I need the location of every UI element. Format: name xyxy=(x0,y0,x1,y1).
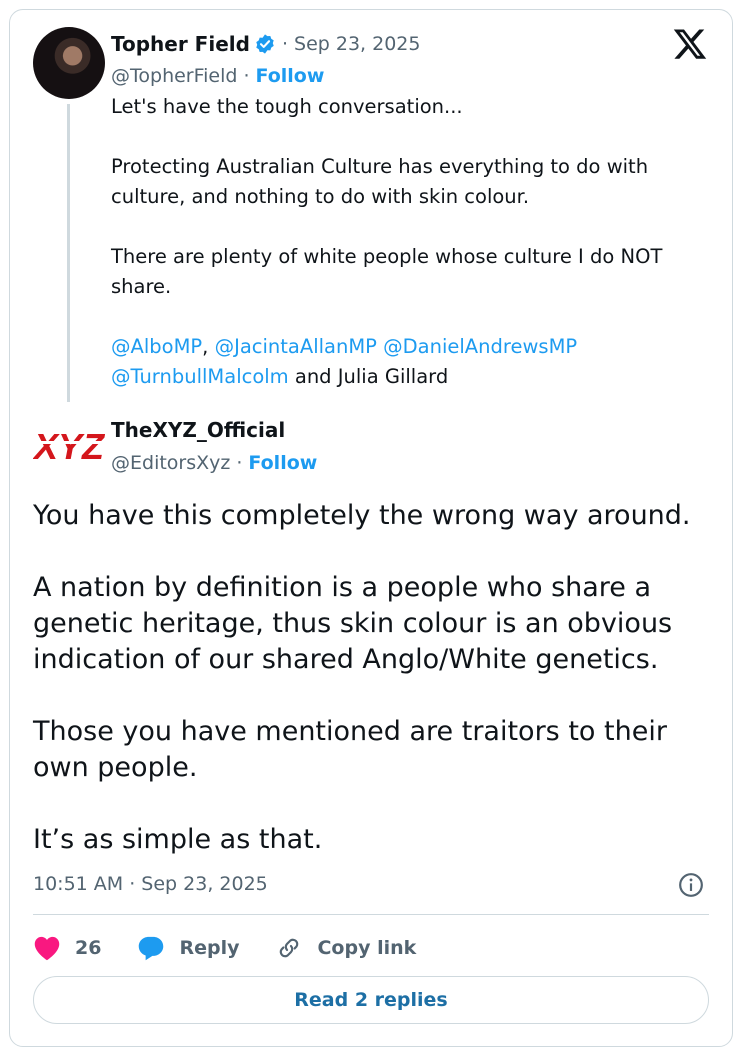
reply-handle-row: @EditorsXyz · Follow xyxy=(111,450,317,476)
read-replies-button[interactable]: Read 2 replies xyxy=(33,976,709,1024)
separator-dot: · xyxy=(243,65,250,87)
separator-dot: · xyxy=(236,452,243,474)
mention-link[interactable]: @TurnbullMalcolm xyxy=(111,365,289,388)
actions-divider xyxy=(33,914,709,915)
verified-badge-icon xyxy=(256,34,274,54)
mention-comma: , xyxy=(202,335,209,358)
tweet-actions-bar: 26 Reply Copy link xyxy=(33,930,452,966)
thread-connector-line xyxy=(67,104,70,402)
quoted-paragraph: There are plenty of white people whose c… xyxy=(111,245,663,298)
copy-link-button[interactable]: Copy link xyxy=(275,935,416,961)
like-button[interactable]: 26 xyxy=(33,935,101,961)
link-icon xyxy=(280,938,299,958)
reply-label: Reply xyxy=(179,937,240,959)
mentions-tail: and Julia Gillard xyxy=(294,365,449,388)
reply-author-name[interactable]: TheXYZ_Official xyxy=(111,418,285,442)
quoted-tweet-date[interactable]: · Sep 23, 2025 xyxy=(282,33,421,55)
reply-paragraph: You have this completely the wrong way a… xyxy=(33,500,691,531)
quoted-paragraph: Let's have the tough conversation... xyxy=(111,95,463,118)
like-count: 26 xyxy=(75,937,102,959)
follow-button[interactable]: Follow xyxy=(256,65,325,87)
mentions-paragraph: @AlboMP, @JacintaAllanMP @DanielAndrewsM… xyxy=(111,332,696,392)
reply-author-handle[interactable]: @EditorsXyz xyxy=(111,452,230,474)
thexyz-avatar[interactable]: XYZ xyxy=(32,415,106,475)
quoted-handle-row: @TopherField · Follow xyxy=(111,63,324,89)
avatar-logo-text: XYZ xyxy=(33,426,105,467)
quoted-tweet-text: Let's have the tough conversation... Pro… xyxy=(111,92,696,392)
quoted-paragraph: Protecting Australian Culture has everyt… xyxy=(111,155,649,208)
info-icon[interactable] xyxy=(678,872,704,898)
mention-link[interactable]: @AlboMP xyxy=(111,335,202,358)
quoted-author-handle[interactable]: @TopherField xyxy=(111,65,237,87)
reply-paragraph: It’s as simple as that. xyxy=(33,824,323,855)
reply-button[interactable]: Reply xyxy=(137,935,239,961)
follow-button[interactable]: Follow xyxy=(248,452,317,474)
reply-paragraph: A nation by definition is a people who s… xyxy=(33,572,673,675)
mention-link[interactable]: @DanielAndrewsMP xyxy=(383,335,577,358)
x-logo-icon[interactable] xyxy=(672,26,708,62)
copy-link-label: Copy link xyxy=(317,937,417,959)
mention-link[interactable]: @JacintaAllanMP xyxy=(215,335,377,358)
reply-paragraph: Those you have mentioned are traitors to… xyxy=(33,716,667,783)
quoted-author-name[interactable]: Topher Field xyxy=(111,32,250,56)
reply-tweet-text: You have this completely the wrong way a… xyxy=(33,498,713,858)
heart-icon xyxy=(34,936,60,961)
tweet-timestamp[interactable]: 10:51 AM · Sep 23, 2025 xyxy=(33,873,268,895)
topher-field-avatar[interactable] xyxy=(33,27,105,99)
reply-author-row: TheXYZ_Official xyxy=(111,416,285,444)
quoted-author-row: Topher Field · Sep 23, 2025 xyxy=(111,30,420,58)
reply-bubble-icon xyxy=(139,936,164,961)
